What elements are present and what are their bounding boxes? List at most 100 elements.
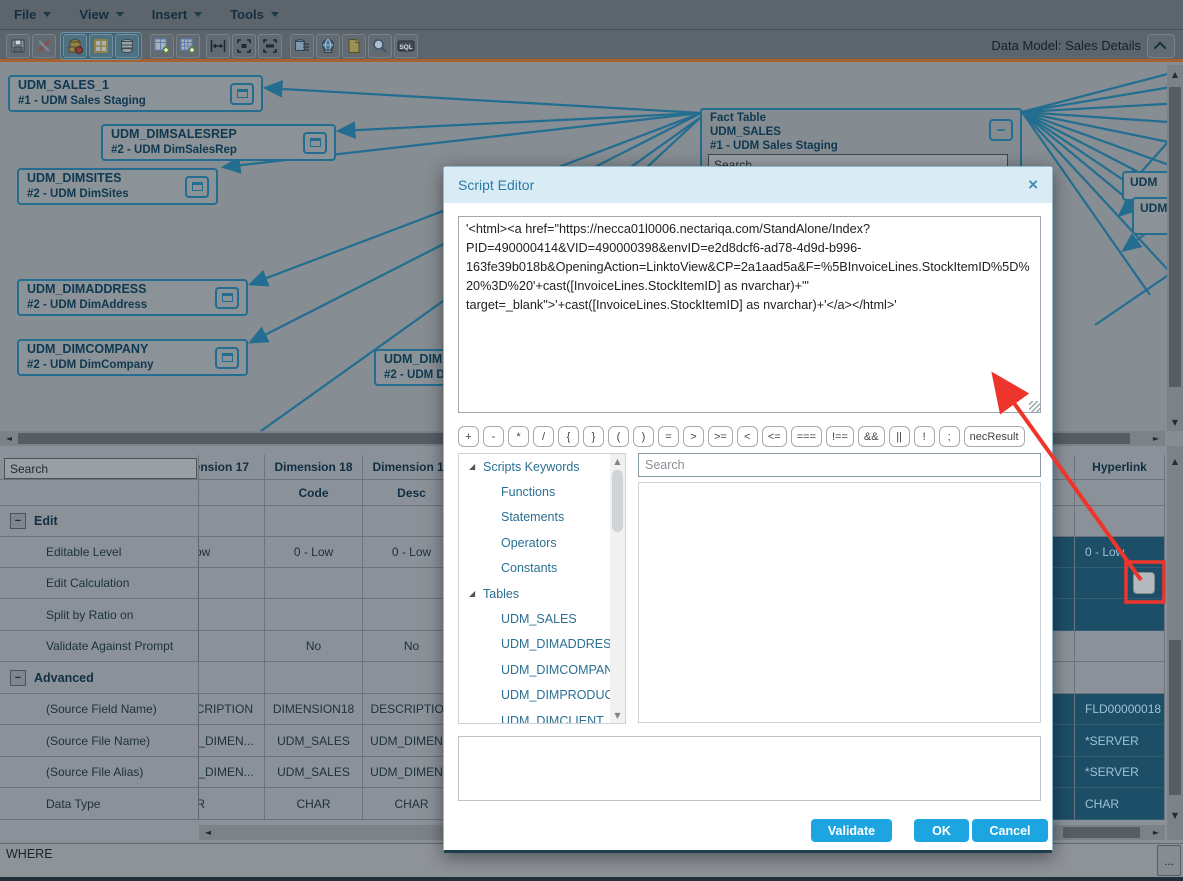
tree-item-udm_dimclient[interactable]: UDM_DIMCLIENT [459, 708, 625, 723]
operator-button--[interactable]: - [483, 426, 504, 447]
operator-button-=[interactable]: = [658, 426, 679, 447]
database-columns-button[interactable] [290, 34, 314, 58]
operator-button-}[interactable]: } [583, 426, 604, 447]
scroll-up-icon[interactable]: ▲ [610, 454, 625, 469]
scroll-down-icon[interactable]: ▼ [1167, 415, 1183, 429]
value-cell[interactable] [265, 568, 363, 599]
operator-button-*[interactable]: * [508, 426, 529, 447]
scroll-down-icon[interactable]: ▼ [610, 708, 625, 723]
column-width-button[interactable] [206, 34, 230, 58]
value-cell[interactable]: CHAR [199, 788, 265, 820]
column-subheader[interactable]: Desc [199, 480, 265, 506]
validate-button[interactable]: Validate [811, 819, 892, 842]
operator-button-{[interactable]: { [558, 426, 579, 447]
value-cell[interactable] [199, 599, 265, 631]
scroll-right-icon[interactable]: ► [1149, 825, 1163, 840]
open-table-button[interactable] [215, 346, 239, 369]
hyperlink-value-cell[interactable]: *SERVER [1075, 757, 1165, 788]
cancel-button[interactable]: Cancel [972, 819, 1048, 842]
table-vertical-scrollbar[interactable]: ▲ ▼ [1167, 446, 1183, 840]
data-model-view-button[interactable] [63, 34, 87, 58]
tree-expander-icon[interactable]: ◢ [469, 462, 483, 471]
entity-udm-sales-1[interactable]: UDM_SALES_1 #1 - UDM Sales Staging [8, 75, 263, 112]
scroll-thumb[interactable] [1063, 827, 1140, 838]
value-cell[interactable]: UDM_DIMEN... [199, 757, 265, 788]
sql-button[interactable]: SQL [394, 34, 418, 58]
operator-button-!==[interactable]: !== [826, 426, 854, 447]
save-button[interactable] [6, 34, 30, 58]
table-search-input[interactable] [4, 458, 197, 479]
column-header[interactable]: Dimension 17 [199, 455, 265, 480]
entity-udm-dimaddress[interactable]: UDM_DIMADDRESS #2 - UDM DimAddress [17, 279, 248, 316]
notes-button[interactable] [342, 34, 366, 58]
operator-button-+[interactable]: + [458, 426, 479, 447]
diagram-vertical-scrollbar[interactable]: ▲ ▼ [1167, 65, 1183, 431]
scroll-thumb[interactable] [1169, 640, 1181, 795]
value-cell[interactable]: UDM_DIMEN... [199, 725, 265, 757]
tree-item-udm_dimproduct[interactable]: UDM_DIMPRODUCT [459, 683, 625, 708]
tree-item-udm_sales[interactable]: UDM_SALES [459, 606, 625, 631]
hyperlink-value-cell[interactable]: CHAR [1075, 788, 1165, 820]
open-table-button[interactable] [215, 286, 239, 309]
operator-button-<[interactable]: < [736, 426, 758, 447]
ok-button[interactable]: OK [914, 819, 969, 842]
empty-cell[interactable] [1075, 506, 1165, 537]
value-cell[interactable] [199, 568, 265, 599]
tree-item-statements[interactable]: Statements [459, 505, 625, 530]
operator-button->=[interactable]: >= [708, 426, 733, 447]
tree-node-tables[interactable]: ◢ Tables [459, 581, 625, 606]
menu-view[interactable]: View [65, 0, 137, 30]
operator-button-([interactable]: ( [608, 426, 629, 447]
hyperlink-value-cell[interactable] [1075, 568, 1165, 599]
value-cell[interactable]: 0 - Low [199, 537, 265, 568]
operator-button-necResult[interactable]: necResult [963, 426, 1025, 447]
close-icon[interactable]: × [1028, 175, 1038, 195]
scroll-thumb[interactable] [1169, 87, 1181, 387]
more-options-button[interactable]: ... [1157, 845, 1181, 876]
value-cell[interactable] [265, 599, 363, 631]
collapse-toolbar-button[interactable] [1147, 34, 1175, 58]
open-table-button[interactable] [230, 82, 254, 105]
open-table-button[interactable] [303, 131, 327, 154]
scroll-left-icon[interactable]: ◄ [201, 825, 215, 840]
expand-button[interactable] [232, 34, 256, 58]
value-cell[interactable]: 0 - Low [265, 537, 363, 568]
hyperlink-value-cell[interactable] [1075, 631, 1165, 662]
value-cell[interactable] [199, 631, 265, 662]
scroll-left-icon[interactable]: ◄ [2, 431, 16, 446]
menu-file[interactable]: File [0, 0, 65, 30]
operator-button-<=[interactable]: <= [761, 426, 787, 447]
operator-button-||[interactable]: || [888, 426, 910, 447]
hyperlink-value-cell[interactable]: FLD00000018 [1075, 694, 1165, 725]
operator-button-)[interactable]: ) [633, 426, 654, 447]
tree-item-functions[interactable]: Functions [459, 479, 625, 504]
empty-cell[interactable] [1075, 662, 1165, 694]
menu-tools[interactable]: Tools [216, 0, 293, 30]
column-subheader[interactable]: Code [265, 480, 363, 506]
tree-expander-icon[interactable]: ◢ [469, 589, 483, 598]
scroll-down-icon[interactable]: ▼ [1167, 808, 1183, 822]
entity-udm-dimsites[interactable]: UDM_DIMSITES #2 - UDM DimSites [17, 168, 218, 205]
operator-button-&&[interactable]: && [857, 426, 885, 447]
scroll-right-icon[interactable]: ► [1149, 431, 1163, 446]
script-text-editor[interactable]: '<html><a href="https://necca01l0006.nec… [458, 216, 1041, 413]
tree-item-udm_dimcompany[interactable]: UDM_DIMCOMPANY [459, 657, 625, 682]
value-cell[interactable]: DESCRIPTION [199, 694, 265, 725]
add-grid-button[interactable] [176, 34, 200, 58]
dialog-header[interactable]: Script Editor × [444, 167, 1052, 203]
value-cell[interactable]: No [265, 631, 363, 662]
operator-button-;[interactable]: ; [938, 426, 960, 447]
entity-udm-dimsalesrep[interactable]: UDM_DIMSALESREP #2 - UDM DimSalesRep [101, 124, 336, 161]
web-link-button[interactable] [316, 34, 340, 58]
column-subheader[interactable] [1075, 480, 1165, 506]
operator-button-![interactable]: ! [913, 426, 935, 447]
menu-insert[interactable]: Insert [138, 0, 216, 30]
column-header-hyperlink[interactable]: Hyperlink [1075, 455, 1165, 480]
database-view-button[interactable] [115, 34, 139, 58]
operator-button->[interactable]: > [683, 426, 704, 447]
tree-scrollbar[interactable]: ▲ ▼ [610, 454, 625, 723]
shrink-button[interactable] [258, 34, 282, 58]
operator-button-/[interactable]: / [533, 426, 554, 447]
scroll-thumb[interactable] [612, 470, 623, 532]
tree-node-scripts-keywords[interactable]: ◢ Scripts Keywords [459, 454, 625, 479]
